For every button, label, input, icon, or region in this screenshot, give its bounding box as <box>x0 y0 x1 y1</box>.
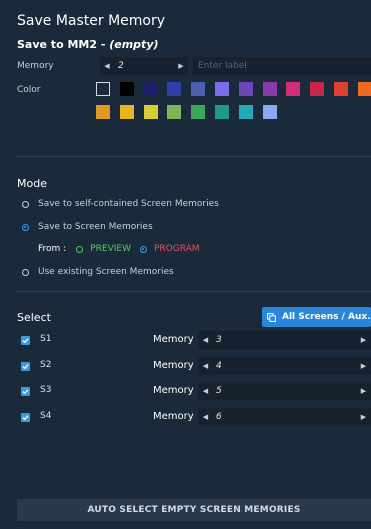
screen-memory-value: 4 <box>216 360 222 371</box>
chevron-left-icon[interactable]: ◀ <box>198 413 213 421</box>
chevron-left-icon[interactable]: ◀ <box>100 62 114 70</box>
chevron-left-icon[interactable]: ◀ <box>198 387 213 395</box>
memory-label: Memory <box>17 61 54 71</box>
preview-radio[interactable] <box>76 245 84 253</box>
panel-title: Save Master Memory <box>17 13 166 29</box>
divider <box>17 291 371 292</box>
save-master-memory-panel: Save Master Memory Save to MM2 - (empty)… <box>0 0 371 529</box>
screen-memory-value: 5 <box>216 386 222 396</box>
screen-memory-stepper[interactable]: ◀ 3 ▶ <box>198 331 371 349</box>
screen-row: S3 Memory ◀ 5 ▶ <box>0 382 371 400</box>
color-swatch[interactable] <box>310 82 325 96</box>
divider <box>17 156 371 157</box>
screen-row: S1 Memory ◀ 3 ▶ <box>0 331 371 349</box>
color-swatch[interactable] <box>357 82 371 96</box>
color-swatch[interactable] <box>143 82 158 96</box>
screen-memory-value: 3 <box>216 335 222 345</box>
color-swatch[interactable] <box>334 82 348 96</box>
mode-option-existing[interactable]: Use existing Screen Memories <box>22 267 174 277</box>
all-screens-aux-label: All Screens / Aux. <box>282 312 371 322</box>
radio-icon <box>22 268 29 276</box>
memory-value: 2 <box>118 61 124 71</box>
program-radio[interactable] <box>139 245 147 253</box>
memory-label: Memory <box>153 385 194 396</box>
chevron-left-icon[interactable]: ◀ <box>198 362 213 370</box>
chevron-right-icon[interactable]: ▶ <box>356 362 371 370</box>
chevron-right-icon[interactable]: ▶ <box>356 387 371 395</box>
color-swatch[interactable] <box>167 82 182 96</box>
mode-option-label: Save to Screen Memories <box>38 222 153 232</box>
radio-icon <box>22 200 29 208</box>
screen-name: S1 <box>40 334 52 344</box>
radio-selected-icon <box>22 223 29 231</box>
color-swatch[interactable] <box>167 105 182 119</box>
screen-memory-stepper[interactable]: ◀ 5 ▶ <box>198 382 371 400</box>
memory-label-input[interactable] <box>193 57 371 75</box>
mode-heading: Mode <box>17 177 47 190</box>
color-swatch[interactable] <box>286 82 301 96</box>
color-swatch[interactable] <box>238 82 253 96</box>
color-swatch[interactable] <box>119 105 134 119</box>
select-heading: Select <box>17 311 51 324</box>
chevron-right-icon[interactable]: ▶ <box>174 62 188 70</box>
color-swatch[interactable] <box>191 82 206 96</box>
color-swatch[interactable] <box>215 82 229 96</box>
chevron-left-icon[interactable]: ◀ <box>198 336 213 344</box>
color-swatch[interactable] <box>96 82 110 96</box>
screen-memory-value: 6 <box>216 411 222 422</box>
screen-memory-stepper[interactable]: ◀ 6 ▶ <box>198 407 371 426</box>
mode-option-self-contained[interactable]: Save to self-contained Screen Memories <box>22 199 219 209</box>
memory-label: Memory <box>153 359 194 371</box>
screen-name: S4 <box>40 410 52 421</box>
preview-option[interactable]: PREVIEW <box>90 244 131 254</box>
checkbox[interactable] <box>21 387 30 396</box>
subtitle-empty: (empty) <box>109 38 159 51</box>
all-screens-aux-button[interactable]: All Screens / Aux. <box>262 307 371 327</box>
color-swatch[interactable] <box>238 105 253 119</box>
mode-option-screen-memories[interactable]: Save to Screen Memories <box>22 222 153 232</box>
checkbox[interactable] <box>21 361 30 371</box>
memory-label: Memory <box>153 410 194 422</box>
color-swatch[interactable] <box>119 82 134 96</box>
subtitle-prefix: Save to MM2 - <box>17 38 110 51</box>
from-label: From : <box>38 244 67 254</box>
color-label: Color <box>17 85 41 95</box>
copy-icon <box>267 312 276 322</box>
color-swatch[interactable] <box>96 105 110 119</box>
chevron-right-icon[interactable]: ▶ <box>356 336 371 344</box>
color-swatch[interactable] <box>215 105 229 119</box>
from-source-row: From : PREVIEW PROGRAM <box>38 244 200 254</box>
screen-name: S2 <box>40 359 52 370</box>
color-swatch[interactable] <box>191 105 206 119</box>
checkbox[interactable] <box>21 412 30 422</box>
memory-stepper[interactable]: ◀ 2 ▶ <box>100 57 188 75</box>
mode-option-label: Save to self-contained Screen Memories <box>38 199 219 209</box>
color-swatch[interactable] <box>262 105 277 119</box>
chevron-right-icon[interactable]: ▶ <box>356 413 371 421</box>
panel-subtitle: Save to MM2 - (empty) <box>17 38 159 51</box>
screen-memory-stepper[interactable]: ◀ 4 ▶ <box>198 356 371 375</box>
mode-option-label: Use existing Screen Memories <box>38 267 174 277</box>
screen-row: S2 Memory ◀ 4 ▶ <box>0 356 371 375</box>
screen-row: S4 Memory ◀ 6 ▶ <box>0 407 371 426</box>
color-swatch[interactable] <box>262 82 277 96</box>
color-swatch[interactable] <box>143 105 158 119</box>
memory-label: Memory <box>153 334 194 345</box>
auto-select-empty-button[interactable]: AUTO SELECT EMPTY SCREEN MEMORIES <box>17 499 371 521</box>
program-option[interactable]: PROGRAM <box>154 244 200 254</box>
checkbox[interactable] <box>21 336 30 345</box>
screen-name: S3 <box>40 385 52 395</box>
